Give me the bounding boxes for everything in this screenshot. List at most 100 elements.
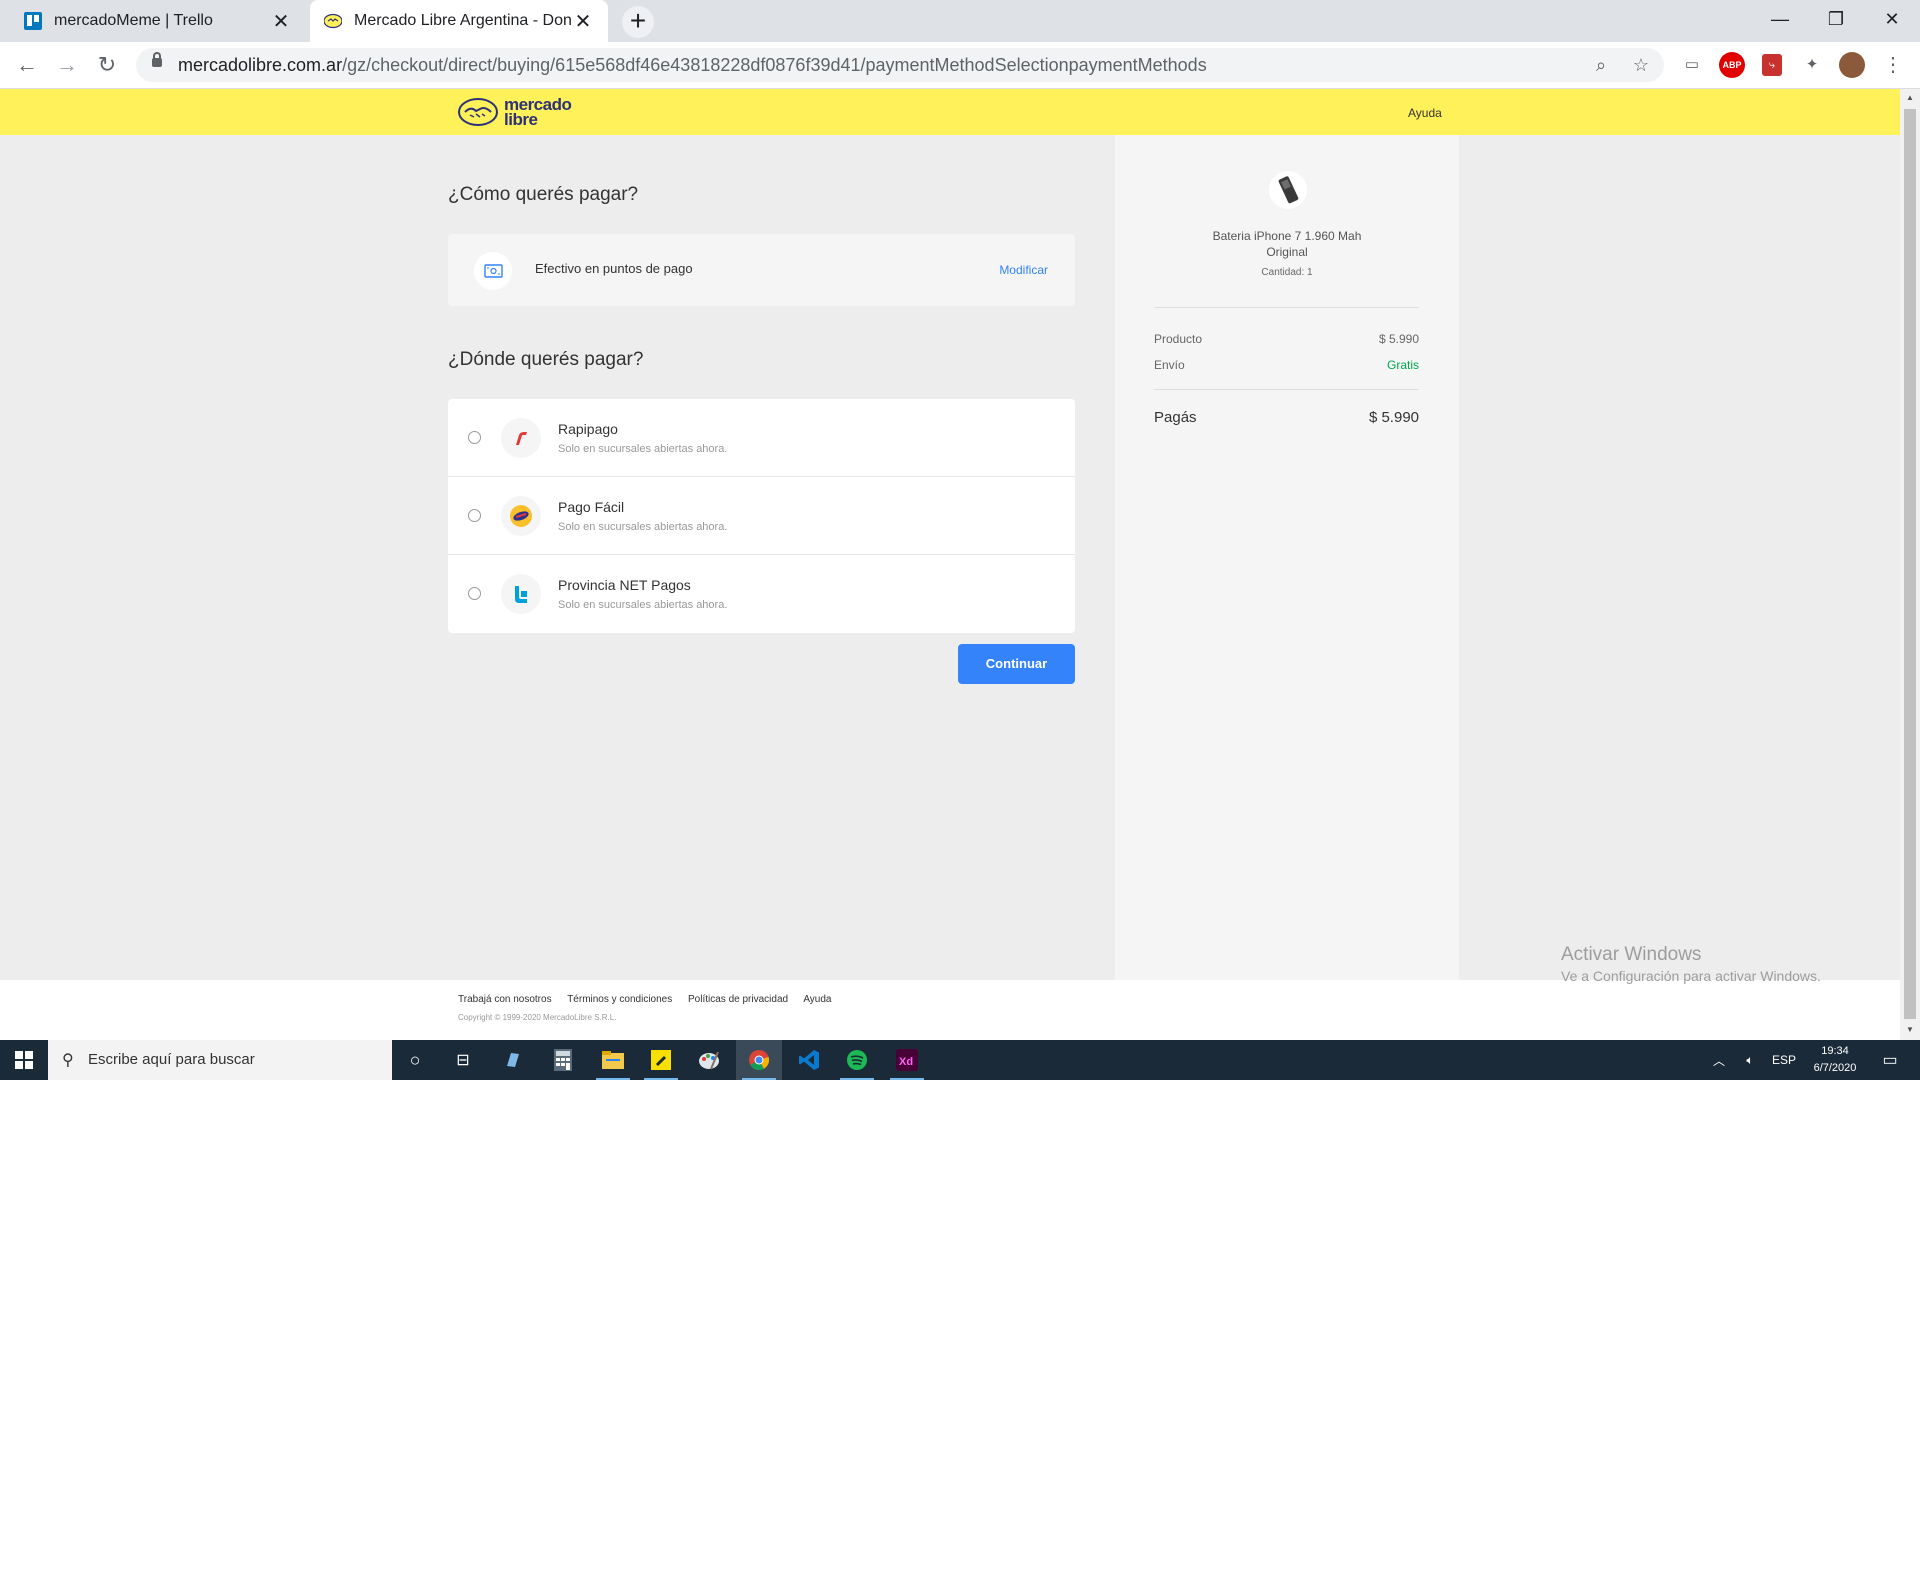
close-window-icon[interactable]: ✕ [1864, 0, 1920, 38]
file-explorer-icon[interactable] [590, 1040, 636, 1080]
mercadolibre-icon [324, 13, 342, 29]
adobe-xd-icon[interactable]: Xd [884, 1040, 930, 1080]
footer-link-jobs[interactable]: Trabajá con nosotros [458, 994, 552, 1005]
checkout-main: ¿Cómo querés pagar? Efectivo en puntos d… [0, 135, 1900, 980]
tab-mercadolibre[interactable]: Mercado Libre Argentina - Donde comprar … [310, 0, 608, 42]
bookmark-star-icon[interactable]: ☆ [1628, 52, 1654, 78]
logo-text: mercado libre [504, 95, 572, 129]
forward-icon[interactable]: → [52, 50, 82, 80]
option-subtitle: Solo en sucursales abiertas ahora. [558, 443, 728, 455]
restore-icon[interactable]: ❐ [1808, 0, 1864, 38]
option-provincia-net[interactable]: Provincia NET Pagos Solo en sucursales a… [448, 555, 1075, 633]
tab-title: mercadoMeme | Trello [54, 12, 213, 29]
handshake-logo-icon [458, 98, 498, 126]
product-image [1269, 171, 1307, 209]
extensions-icon[interactable]: ✦ [1799, 52, 1825, 78]
product-quantity: Cantidad: 1 [1261, 267, 1313, 278]
mercadolibre-logo[interactable]: mercado libre [458, 95, 572, 129]
scroll-up-icon[interactable]: ▲ [1900, 93, 1920, 102]
page-scrollbar[interactable]: ▲ ▼ [1900, 89, 1920, 1040]
search-icon: ⚲ [62, 1052, 74, 1069]
tab-trello[interactable]: mercadoMeme | Trello ✕ [10, 0, 306, 42]
pdf-extension-icon[interactable]: ⤷ [1762, 54, 1782, 76]
url-text[interactable]: mercadolibre.com.ar/gz/checkout/direct/b… [178, 48, 1207, 82]
chrome-icon[interactable] [736, 1040, 782, 1080]
notifications-icon[interactable]: ▭ [1875, 1040, 1905, 1080]
copyright: Copyright © 1999-2020 MercadoLibre S.R.L… [458, 1013, 617, 1022]
clock[interactable]: 19:34 6/7/2020 [1800, 1043, 1870, 1077]
footer-link-help[interactable]: Ayuda [803, 994, 831, 1005]
minimize-icon[interactable]: — [1752, 0, 1808, 38]
radio-button[interactable] [468, 431, 481, 444]
option-subtitle: Solo en sucursales abiertas ahora. [558, 521, 728, 533]
svg-text:Xd: Xd [899, 1056, 913, 1068]
sticky-notes-icon[interactable] [638, 1040, 684, 1080]
show-hidden-icons[interactable]: ︿ [1707, 1040, 1731, 1080]
adblock-plus-icon[interactable]: ABP [1719, 52, 1745, 78]
task-view-icon[interactable]: ⊟ [440, 1040, 486, 1080]
radio-button[interactable] [468, 509, 481, 522]
how-to-pay-title: ¿Cómo querés pagar? [448, 184, 639, 205]
continue-button[interactable]: Continuar [958, 644, 1075, 684]
scroll-down-icon[interactable]: ▼ [1900, 1025, 1920, 1034]
address-bar[interactable]: mercadolibre.com.ar/gz/checkout/direct/b… [136, 48, 1664, 82]
provincia-net-logo-icon [501, 574, 541, 614]
activate-windows-watermark: Activar Windows Ve a Configuración para … [1561, 944, 1821, 984]
new-tab-button[interactable]: + [622, 6, 654, 38]
where-to-pay-title: ¿Dónde querés pagar? [448, 349, 644, 370]
app-icon[interactable] [490, 1040, 536, 1080]
menu-icon[interactable]: ⋮ [1880, 52, 1906, 78]
total-row: Pagás $ 5.990 [1154, 409, 1419, 426]
modify-link[interactable]: Modificar [999, 263, 1048, 277]
option-rapipago[interactable]: Rapipago Solo en sucursales abiertas aho… [448, 399, 1075, 477]
footer-links: Trabajá con nosotros Términos y condicio… [458, 994, 845, 1005]
cortana-icon[interactable]: ○ [392, 1040, 438, 1080]
zoom-icon[interactable]: ⌕ [1588, 52, 1614, 78]
product-name: Bateria iPhone 7 1.960 Mah Original [1212, 229, 1362, 259]
trello-icon [24, 12, 42, 30]
shipping-row: Envío Gratis [1154, 358, 1419, 372]
site-header: mercado libre Ayuda [0, 89, 1900, 135]
windows-start-icon[interactable] [0, 1040, 48, 1080]
order-summary: Bateria iPhone 7 1.960 Mah Original Cant… [1115, 135, 1459, 980]
tab-title: Mercado Libre Argentina - Donde comprar … [354, 12, 572, 29]
browser-toolbar: ← → ↻ mercadolibre.com.ar/gz/checkout/di… [0, 42, 1920, 89]
reload-icon[interactable]: ↻ [92, 50, 122, 80]
lock-icon [152, 52, 162, 67]
divider [1154, 389, 1419, 390]
windows-taskbar: ⚲ Escribe aquí para buscar ○ ⊟ Xd ︿ 🔈︎ E… [0, 1040, 1920, 1080]
option-name: Pago Fácil [558, 499, 625, 515]
rapipago-logo-icon [501, 418, 541, 458]
search-placeholder: Escribe aquí para buscar [88, 1051, 255, 1068]
cast-icon[interactable]: ▭ [1679, 52, 1705, 78]
spotify-icon[interactable] [834, 1040, 880, 1080]
option-name: Provincia NET Pagos [558, 577, 691, 593]
calculator-icon[interactable] [540, 1040, 586, 1080]
scroll-thumb[interactable] [1904, 109, 1916, 1019]
option-pago-facil[interactable]: Pago Fácil Solo en sucursales abiertas a… [448, 477, 1075, 555]
payment-method-label: Efectivo en puntos de pago [535, 261, 693, 276]
close-tab-icon[interactable]: ✕ [270, 9, 292, 34]
vscode-icon[interactable] [786, 1040, 832, 1080]
help-link[interactable]: Ayuda [1408, 106, 1442, 120]
divider [1154, 307, 1419, 308]
close-tab-icon[interactable]: ✕ [572, 9, 594, 34]
paint-icon[interactable] [686, 1040, 732, 1080]
product-row: Producto $ 5.990 [1154, 332, 1419, 346]
footer-link-privacy[interactable]: Políticas de privacidad [688, 994, 788, 1005]
footer-link-terms[interactable]: Términos y condiciones [567, 994, 672, 1005]
taskbar-search[interactable]: ⚲ Escribe aquí para buscar [48, 1040, 392, 1080]
payment-location-list: Rapipago Solo en sucursales abiertas aho… [448, 399, 1075, 633]
selected-payment-method: Efectivo en puntos de pago Modificar [448, 234, 1075, 306]
screen: mercadoMeme | Trello ✕ Mercado Libre Arg… [0, 0, 1920, 1080]
profile-avatar[interactable] [1839, 52, 1865, 78]
window-controls: — ❐ ✕ [1752, 0, 1920, 42]
volume-icon[interactable]: 🔈︎ [1738, 1040, 1762, 1080]
language-indicator[interactable]: ESP [1768, 1040, 1800, 1080]
back-icon[interactable]: ← [12, 50, 42, 80]
browser-tab-strip: mercadoMeme | Trello ✕ Mercado Libre Arg… [0, 0, 1920, 42]
radio-button[interactable] [468, 587, 481, 600]
site-footer: Trabajá con nosotros Términos y condicio… [0, 980, 1900, 1040]
option-name: Rapipago [558, 421, 618, 437]
pago-facil-logo-icon [501, 496, 541, 536]
